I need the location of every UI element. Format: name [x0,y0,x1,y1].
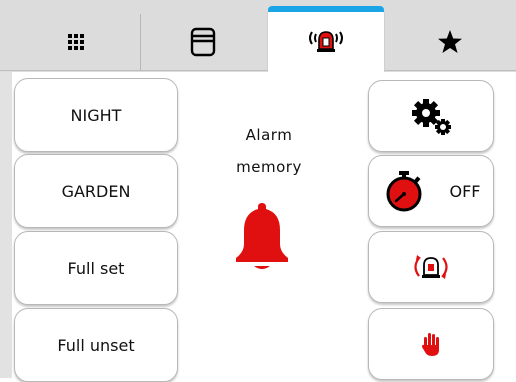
stopwatch-icon [386,171,421,212]
tab-window[interactable] [141,14,265,70]
alarm-memory-title-line1: Alarm [245,126,293,144]
gears-icon [412,99,451,135]
timer-button[interactable]: OFF [368,155,494,227]
garden-label: GARDEN [61,181,131,201]
hand-icon [422,333,439,356]
settings-button[interactable] [368,80,494,152]
siren-cycle-icon [414,255,448,279]
grid-icon [68,34,84,50]
tab-bar-divider [0,70,516,71]
tab-alarm[interactable] [267,6,385,72]
full-set-label: Full set [67,258,125,278]
timer-state-label: OFF [449,181,481,201]
full-unset-label: Full unset [57,335,135,355]
full-set-button[interactable]: Full set [14,231,178,305]
alarm-memory-title-line2: memory [236,158,302,176]
bell-icon[interactable] [226,200,298,272]
night-label: NIGHT [70,105,122,125]
garden-button[interactable]: GARDEN [14,154,178,228]
alarm-light-icon [309,31,343,52]
full-unset-button[interactable]: Full unset [14,308,178,382]
siren-button[interactable] [368,231,494,303]
window-icon [190,27,216,57]
night-button[interactable]: NIGHT [14,78,178,152]
tab-favorites[interactable] [384,14,516,70]
side-strip [0,72,12,378]
tab-grid[interactable] [12,14,141,70]
stop-button[interactable] [368,308,494,380]
star-icon [438,30,462,53]
